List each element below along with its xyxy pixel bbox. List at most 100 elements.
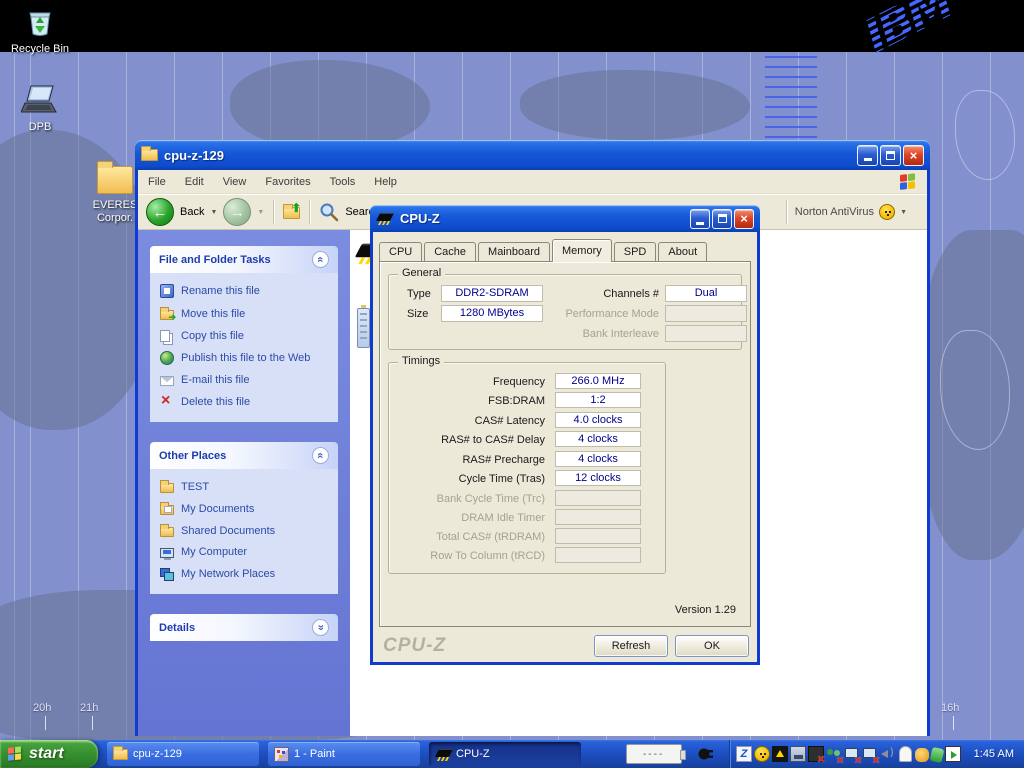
taskbar-task-paint[interactable]: 1 - Paint: [268, 742, 420, 766]
place-my-computer[interactable]: My Computer: [160, 546, 334, 558]
maximize-button[interactable]: [712, 209, 732, 229]
bank-cycle-time-label: Bank Cycle Time (Trc): [393, 493, 545, 505]
update-icon[interactable]: [915, 748, 929, 762]
minimize-button[interactable]: [690, 209, 710, 229]
move-icon: [160, 310, 174, 320]
cas-latency-label: CAS# Latency: [393, 415, 545, 427]
collapse-chevron-icon[interactable]: «: [312, 251, 329, 268]
map-shape: [520, 70, 750, 140]
search-icon[interactable]: [319, 202, 339, 222]
tab-memory[interactable]: Memory: [552, 239, 612, 262]
menu-bar: File Edit View Favorites Tools Help: [138, 170, 927, 194]
network-status-icon[interactable]: [790, 746, 806, 762]
close-button[interactable]: ×: [734, 209, 754, 229]
tab-cpu[interactable]: CPU: [379, 242, 422, 261]
place-test[interactable]: TEST: [160, 480, 334, 493]
close-button[interactable]: ×: [903, 145, 924, 166]
desktop-icon-recycle-bin[interactable]: Recycle Bin: [2, 4, 78, 56]
norton-antivirus-control[interactable]: Norton AntiVirus ▼: [783, 200, 919, 224]
publish-web-icon: [160, 351, 174, 365]
back-dropdown-arrow[interactable]: ▼: [210, 209, 217, 216]
explorer-titlebar[interactable]: cpu-z-129 ×: [135, 140, 930, 170]
menu-help[interactable]: Help: [374, 176, 397, 188]
channels-label: Channels #: [537, 288, 659, 300]
norton-antivirus-icon[interactable]: [754, 746, 770, 762]
up-folder-button[interactable]: ⬆: [283, 207, 300, 219]
norton-dropdown-arrow[interactable]: ▼: [900, 209, 907, 216]
refresh-button[interactable]: Refresh: [594, 635, 668, 657]
group-legend: Timings: [398, 355, 444, 367]
task-rename-file[interactable]: Rename this file: [160, 284, 334, 298]
folder-icon: [160, 483, 174, 493]
battery-meter: ----: [626, 744, 682, 764]
tab-cache[interactable]: Cache: [424, 242, 476, 261]
general-group: General Type DDR2-SDRAM Size 1280 MBytes…: [388, 274, 742, 350]
ok-button[interactable]: OK: [675, 635, 749, 657]
cpuz-titlebar[interactable]: CPU-Z ×: [370, 205, 760, 232]
menu-edit[interactable]: Edit: [185, 176, 204, 188]
volume-icon[interactable]: [880, 746, 896, 762]
power-icon[interactable]: [929, 746, 944, 762]
timezone-label: 16h: [941, 702, 959, 714]
back-label[interactable]: Back: [180, 206, 204, 218]
timings-group: Timings Frequency 266.0 MHz FSB:DRAM 1:2…: [388, 362, 666, 574]
task-delete-file[interactable]: Delete this file: [160, 395, 334, 409]
users-offline-icon[interactable]: [826, 746, 842, 762]
task-move-file[interactable]: Move this file: [160, 307, 334, 320]
section-header-label: Other Places: [159, 450, 226, 462]
place-shared-documents[interactable]: Shared Documents: [160, 524, 334, 537]
tab-about[interactable]: About: [658, 242, 707, 261]
section-details: Details «: [150, 614, 338, 641]
menu-tools[interactable]: Tools: [330, 176, 356, 188]
taskbar-task-explorer[interactable]: cpu-z-129: [107, 742, 259, 766]
toolbar-separator: [273, 200, 274, 224]
tab-mainboard[interactable]: Mainboard: [478, 242, 550, 261]
task-email-file[interactable]: E-mail this file: [160, 374, 334, 386]
computer-offline-icon[interactable]: [844, 746, 860, 762]
start-button[interactable]: start: [0, 740, 98, 768]
forward-dropdown-arrow[interactable]: ▼: [257, 209, 264, 216]
collapse-chevron-icon[interactable]: «: [312, 447, 329, 464]
menu-favorites[interactable]: Favorites: [265, 176, 310, 188]
ras-precharge-label: RAS# Precharge: [393, 454, 545, 466]
ram-file-icon[interactable]: [357, 308, 370, 348]
maximize-button[interactable]: [880, 145, 901, 166]
menu-view[interactable]: View: [223, 176, 247, 188]
timezone-tick: [92, 716, 93, 730]
place-my-documents[interactable]: My Documents: [160, 502, 334, 515]
section-header[interactable]: Details «: [150, 614, 338, 641]
folder-icon: [97, 166, 133, 194]
performance-mode-value: [665, 305, 747, 322]
map-border: [955, 90, 1015, 180]
timezone-label: 21h: [80, 702, 98, 714]
section-header[interactable]: Other Places «: [150, 442, 338, 469]
frequency-value: 266.0 MHz: [555, 373, 641, 389]
cas-latency-value: 4.0 clocks: [555, 412, 641, 428]
task-pane: File and Folder Tasks « Rename this file…: [138, 230, 350, 736]
taskbar-task-cpuz[interactable]: CPU-Z: [429, 742, 581, 766]
forward-button[interactable]: →: [223, 198, 251, 226]
minimize-button[interactable]: [857, 145, 878, 166]
display-settings-icon[interactable]: [945, 746, 961, 762]
lightning-icon[interactable]: [736, 746, 752, 762]
task-copy-file[interactable]: Copy this file: [160, 329, 334, 342]
liveupdate-icon[interactable]: [772, 746, 788, 762]
windows-logo-icon: [900, 173, 917, 191]
place-my-network[interactable]: My Network Places: [160, 567, 334, 581]
messenger-icon[interactable]: [899, 746, 912, 762]
audio-muted-icon[interactable]: [862, 746, 878, 762]
cycle-time-label: Cycle Time (Tras): [393, 473, 545, 485]
frequency-label: Frequency: [393, 376, 545, 388]
recycle-bin-icon: [23, 4, 57, 38]
desktop-icon-dpb[interactable]: DPB: [2, 84, 78, 134]
desktop-icon-label: Recycle Bin: [2, 43, 78, 56]
task-publish-file[interactable]: Publish this file to the Web: [160, 351, 334, 365]
back-button[interactable]: ←: [146, 198, 174, 226]
channels-value: Dual: [665, 285, 747, 302]
total-cas-label: Total CAS# (tRDRAM): [393, 531, 545, 543]
menu-file[interactable]: File: [148, 176, 166, 188]
tab-spd[interactable]: SPD: [614, 242, 657, 261]
display-error-icon[interactable]: [808, 746, 824, 762]
section-header[interactable]: File and Folder Tasks «: [150, 246, 338, 273]
expand-chevron-icon[interactable]: «: [312, 619, 329, 636]
